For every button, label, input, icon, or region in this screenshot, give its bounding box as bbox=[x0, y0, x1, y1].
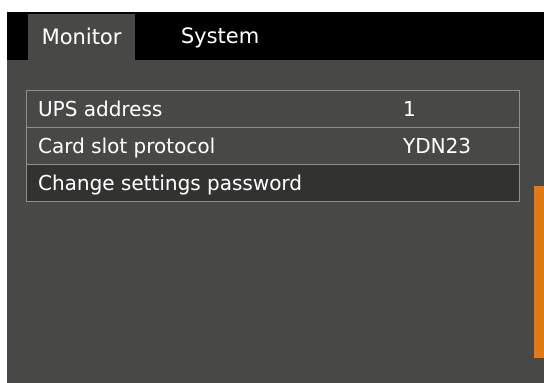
setting-value: YDN23 bbox=[403, 134, 472, 158]
tab-bar: Monitor System bbox=[7, 12, 544, 60]
scrollbar-thumb[interactable] bbox=[534, 186, 544, 358]
setting-value: 1 bbox=[403, 97, 416, 121]
setting-row-card-slot-protocol[interactable]: Card slot protocol YDN23 bbox=[27, 128, 519, 165]
tab-system[interactable]: System bbox=[175, 12, 265, 60]
ups-display-screen: Monitor System UPS address 1 Card slot p… bbox=[7, 12, 544, 383]
setting-label: Card slot protocol bbox=[38, 134, 216, 158]
setting-label: Change settings password bbox=[38, 171, 302, 195]
tab-monitor[interactable]: Monitor bbox=[28, 14, 135, 60]
setting-label: UPS address bbox=[38, 97, 163, 121]
settings-list: UPS address 1 Card slot protocol YDN23 C… bbox=[26, 90, 520, 202]
setting-row-change-password[interactable]: Change settings password bbox=[27, 165, 519, 201]
setting-row-ups-address[interactable]: UPS address 1 bbox=[27, 91, 519, 128]
